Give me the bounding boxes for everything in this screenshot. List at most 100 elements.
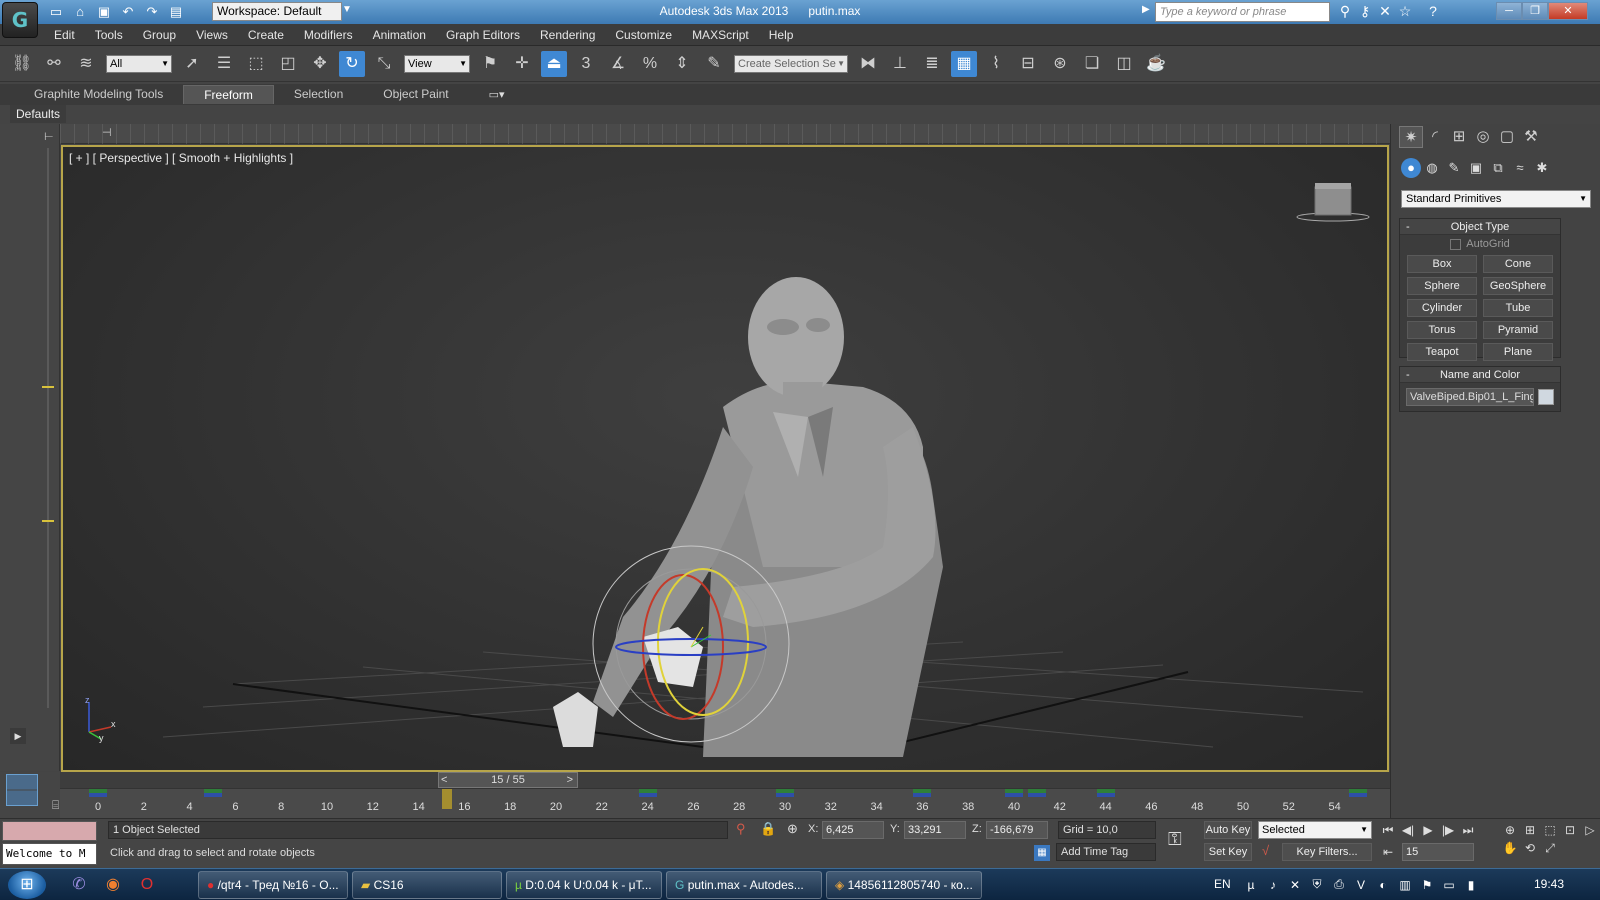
favorites-star-icon[interactable]: ☆ [1395,3,1415,21]
display-tab-icon[interactable]: ▢ [1495,126,1519,148]
flag-icon[interactable]: ⚑ [1416,878,1438,892]
pan-icon[interactable]: ✋ [1500,839,1520,857]
snaps-toggle-icon[interactable]: 3 [573,51,599,77]
viber-icon[interactable]: ✆ [62,871,96,899]
go-to-start-icon[interactable]: ⏮ [1378,821,1398,839]
unlink-icon[interactable]: ⚯ [41,51,67,77]
select-and-rotate-icon[interactable]: ↻ [339,50,365,77]
modify-tab-icon[interactable]: ◜ [1423,126,1447,148]
task-image-viewer[interactable]: ◈ 14856112805740 - ко... [826,871,982,899]
time-slider-thumb[interactable]: < 15 / 55 > [438,772,578,788]
create-tab-icon[interactable]: ✷ [1399,126,1423,148]
helpers-icon[interactable]: ⧉ [1487,158,1509,178]
box-button[interactable]: Box [1407,255,1477,273]
keyframe-marker[interactable] [1027,789,1046,797]
rendered-frame-window-icon[interactable]: ◫ [1111,51,1137,77]
tab-freeform[interactable]: Freeform [183,85,274,104]
menu-rendering[interactable]: Rendering [530,24,605,46]
select-and-link-icon[interactable]: ⛓ [9,51,35,77]
go-to-end-icon[interactable]: ⏭ [1458,821,1478,839]
reference-coordinate-dropdown[interactable]: View [404,54,470,73]
zoom-extents-icon[interactable]: ⬚ [1540,821,1560,839]
security-icon[interactable]: ⛨ [1306,877,1328,892]
printer-icon[interactable]: ⎙ [1328,877,1350,892]
keyframe-marker[interactable] [776,789,794,797]
firefox-icon[interactable]: ◉ [96,871,130,899]
search-input[interactable]: Type a keyword or phrase [1155,2,1330,22]
graphite-toggle-icon[interactable]: ▦ [951,50,977,77]
object-color-swatch[interactable] [1538,389,1554,405]
name-and-color-header[interactable]: - Name and Color [1400,367,1560,383]
schematic-view-icon[interactable]: ⊟ [1015,51,1041,77]
task-utorrent[interactable]: µ D:0.04 k U:0.04 k - μT... [506,871,662,899]
task-3dsmax[interactable]: G putin.max - Autodes... [666,871,822,899]
utilities-tab-icon[interactable]: ⚒ [1519,126,1543,148]
mirror-icon[interactable]: ⧓ [855,51,881,77]
antivirus-icon[interactable]: ✕ [1284,878,1306,892]
track-bar[interactable]: 0 2 4 6 8 10 12 14 16 18 20 22 24 26 28 30 32 34 36 38 40 42 4… [60,788,1390,818]
sphere-button[interactable]: Sphere [1407,277,1477,295]
selection-filter-dropdown[interactable]: All [106,54,172,73]
align-icon[interactable]: ⊥ [887,51,913,77]
maxscript-mini-listener[interactable]: Welcome to M [2,843,97,865]
cameras-icon[interactable]: ▣ [1465,158,1487,178]
tab-selection[interactable]: Selection [274,85,363,104]
maximize-viewport-icon[interactable]: ⤢ [1540,839,1560,857]
zoom-all-icon[interactable]: ⊞ [1520,821,1540,839]
absolute-mode-icon[interactable]: ⊕ [787,821,798,837]
key-filters-button[interactable]: Key Filters... [1282,843,1372,861]
battery-icon[interactable]: ▮ [1460,878,1482,892]
isolate-selection-icon[interactable]: ⚲ [736,821,746,837]
undo-icon[interactable]: ↶ [120,4,136,20]
plane-button[interactable]: Plane [1483,343,1553,361]
search-expand-icon[interactable]: ▶ [1142,4,1150,15]
language-indicator[interactable]: EN [1214,877,1231,891]
hierarchy-tab-icon[interactable]: ⊞ [1447,126,1471,148]
new-file-icon[interactable]: ▭ [48,4,64,20]
tab-object-paint[interactable]: Object Paint [363,85,468,104]
systems-icon[interactable]: ✱ [1531,158,1553,178]
workspace-dropdown[interactable]: Workspace: Default [212,2,342,21]
play-icon[interactable]: ▶ [1418,821,1438,839]
lights-icon[interactable]: ✎ [1443,158,1465,178]
shapes-icon[interactable]: ◍ [1421,158,1443,178]
default-tangent-icon[interactable]: √ [1262,843,1269,858]
binoculars-icon[interactable]: ⚲ [1335,3,1355,21]
workspace-arrow-icon[interactable]: ▼ [342,4,352,15]
menu-group[interactable]: Group [133,24,186,46]
menu-edit[interactable]: Edit [44,24,85,46]
render-production-icon[interactable]: ☕ [1143,51,1169,77]
select-by-name-icon[interactable]: ☰ [211,51,237,77]
add-time-tag[interactable]: Add Time Tag [1056,843,1156,861]
spinner-snap-icon[interactable]: ⇕ [669,51,695,77]
viewport-layout-icon[interactable] [6,774,38,806]
menu-graph-editors[interactable]: Graph Editors [436,24,530,46]
motion-tab-icon[interactable]: ◎ [1471,126,1495,148]
keyboard-shortcut-override-icon[interactable]: ⏏ [541,50,567,77]
tube-button[interactable]: Tube [1483,299,1553,317]
torus-button[interactable]: Torus [1407,321,1477,339]
angle-snap-icon[interactable]: ∡ [605,51,631,77]
help-icon[interactable]: ? [1423,3,1443,21]
network-icon[interactable]: ▥ [1394,878,1416,892]
perspective-viewport[interactable]: [ + ] [ Perspective ] [ Smooth + Highlig… [61,145,1389,772]
space-warps-icon[interactable]: ≈ [1509,158,1531,178]
menu-modifiers[interactable]: Modifiers [294,24,363,46]
cylinder-button[interactable]: Cylinder [1407,299,1477,317]
utorrent-tray-icon[interactable]: µ [1240,878,1262,892]
open-file-icon[interactable]: ⌂ [72,4,88,20]
minimize-icon[interactable]: ─ [1496,2,1522,20]
field-of-view-icon[interactable]: ▷ [1580,821,1600,839]
next-frame-icon[interactable]: |▶ [1438,821,1458,839]
key-icon[interactable]: ⚷ [1355,3,1375,21]
cone-button[interactable]: Cone [1483,255,1553,273]
z-coordinate-field[interactable]: -166,679 [986,821,1048,839]
select-manipulate-icon[interactable]: ✛ [509,51,535,77]
geosphere-button[interactable]: GeoSphere [1483,277,1553,295]
next-frame-button[interactable]: > [567,773,573,787]
app-logo-icon[interactable]: G [2,2,38,38]
y-coordinate-field[interactable]: 33,291 [904,821,966,839]
object-type-header[interactable]: - Object Type [1400,219,1560,235]
select-and-scale-icon[interactable]: ⤡ [371,51,397,77]
bind-space-warp-icon[interactable]: ≋ [73,51,99,77]
